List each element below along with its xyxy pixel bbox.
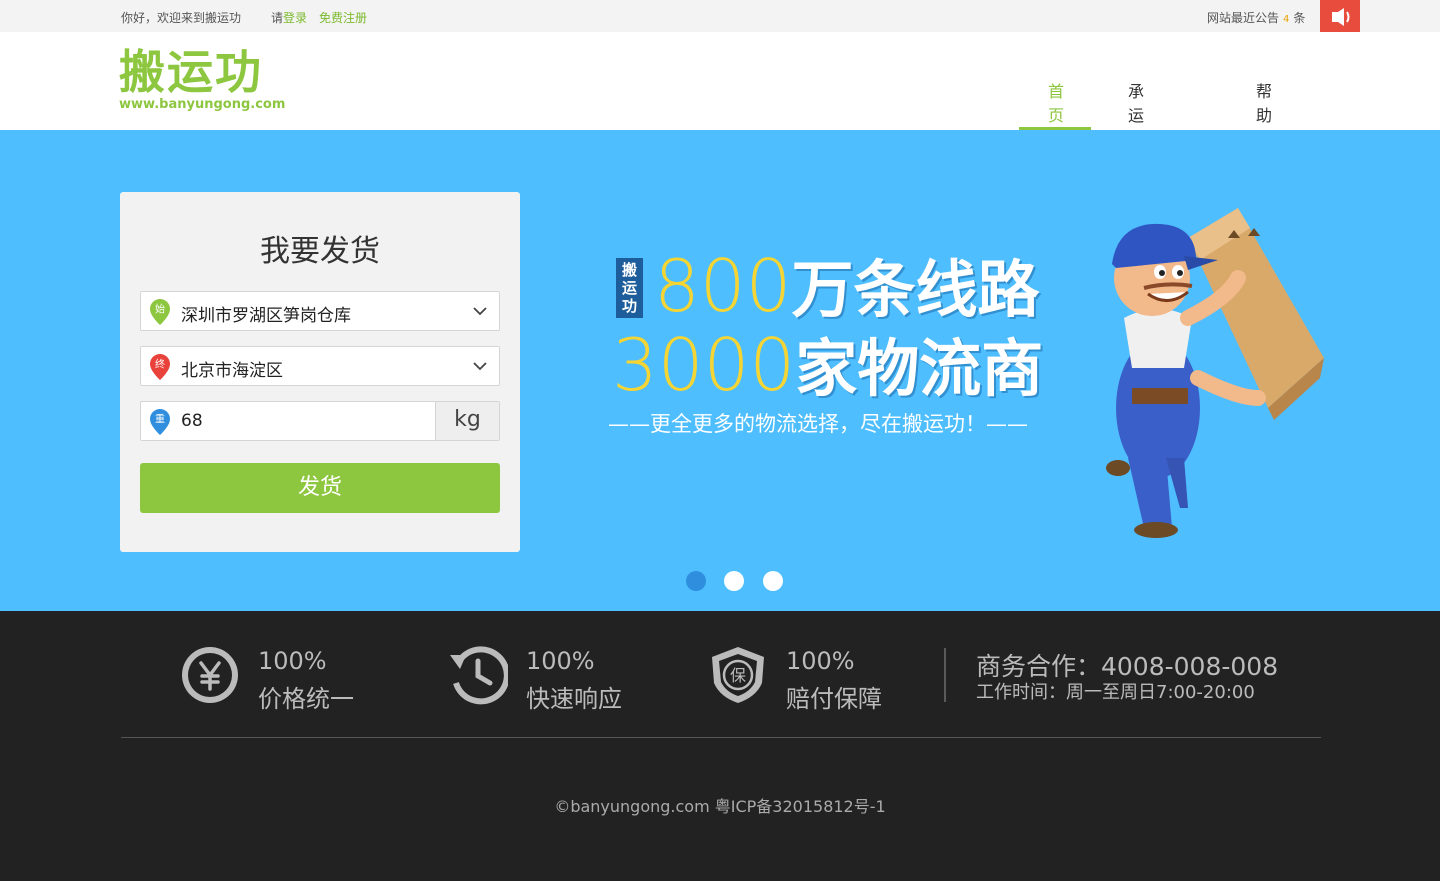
weight-input[interactable]: 重 68 kg — [140, 401, 500, 441]
feature-pct: 100% — [526, 647, 595, 675]
mover-illustration — [1106, 208, 1324, 538]
chevron-down-icon — [473, 362, 487, 371]
slogan-line1-num: 800 — [654, 244, 792, 328]
login-prefix: 请 — [271, 11, 284, 25]
svg-text:保: 保 — [730, 666, 746, 685]
login-prompt: 请登录 — [271, 9, 307, 26]
slogan-line2-text: 家物流商 — [795, 332, 1044, 405]
business-hours: 工作时间：周一至周日7:00-20:00 — [976, 682, 1255, 703]
feature-label: 快速响应 — [526, 685, 622, 713]
site-logo[interactable]: 搬运功 www.banyungong.com — [119, 45, 286, 116]
weight-value: 68 — [181, 411, 203, 431]
ship-button[interactable]: 发货 — [140, 463, 500, 513]
weight-pin-icon: 重 — [150, 409, 170, 435]
hero-banner: 我要发货 始 深圳市罗湖区笋岗仓库 终 北京市海淀区 重 68 kg 发货 搬运… — [0, 130, 1440, 611]
feature-pct: 100% — [258, 647, 327, 675]
carousel-dot-3[interactable] — [763, 571, 783, 591]
nav-home[interactable]: 首页 — [1048, 78, 1064, 126]
yen-icon — [182, 647, 238, 703]
top-bar: 你好，欢迎来到搬运功 请登录 免费注册 网站最近公告 4 条 — [0, 0, 1440, 48]
destination-pin-icon: 终 — [150, 354, 170, 380]
login-link[interactable]: 登录 — [283, 11, 307, 25]
feature-label: 赔付保障 — [786, 685, 882, 713]
slogan-line1-text: 万条线路 — [791, 253, 1040, 326]
destination-select[interactable]: 终 北京市海淀区 — [140, 346, 500, 386]
site-header: 搬运功 www.banyungong.com 首页 承运商入驻 帮助中心 — [0, 32, 1440, 197]
origin-badge: 始 — [155, 303, 165, 316]
greeting-text: 你好，欢迎来到搬运功 — [121, 11, 242, 25]
site-footer: 100% 价格统一 100% 快速响应 保 100% 赔付保障 商务合作：400… — [0, 611, 1440, 881]
carousel-dot-1[interactable] — [686, 571, 706, 591]
origin-pin-icon: 始 — [150, 299, 170, 325]
register-link[interactable]: 免费注册 — [319, 9, 367, 26]
footer-rule — [121, 737, 1321, 738]
feature-label: 价格统一 — [258, 685, 354, 713]
copyright-text: ©banyungong.com 粤ICP备32015812号-1 — [554, 797, 886, 816]
logo-cn: 搬运功 — [119, 45, 263, 99]
destination-value: 北京市海淀区 — [181, 361, 283, 381]
footer-divider — [944, 648, 946, 702]
slogan-tag: 搬运功 — [616, 258, 643, 318]
origin-select[interactable]: 始 深圳市罗湖区笋岗仓库 — [140, 291, 500, 331]
notice-suffix: 条 — [1293, 11, 1306, 25]
weight-unit: kg — [435, 402, 499, 440]
destination-badge: 终 — [155, 358, 165, 371]
notice-link[interactable]: 网站最近公告 4 条 — [1207, 9, 1305, 26]
notice-prefix: 网站最近公告 — [1207, 11, 1280, 25]
feature-pct: 100% — [786, 647, 855, 675]
slogan-line2-num: 3000 — [612, 323, 796, 407]
slogan-subtitle: ——更全更多的物流选择，尽在搬运功！—— — [608, 412, 1028, 436]
slogan-line2: 3000家物流商 — [612, 325, 1043, 409]
chevron-down-icon — [473, 307, 487, 316]
shipping-form: 我要发货 始 深圳市罗湖区笋岗仓库 终 北京市海淀区 重 68 kg 发货 — [120, 192, 520, 552]
weight-badge: 重 — [155, 413, 165, 426]
origin-value: 深圳市罗湖区笋岗仓库 — [181, 306, 351, 326]
carousel-dot-2[interactable] — [724, 571, 744, 591]
notice-count: 4 — [1283, 14, 1290, 25]
slogan-line1: 800万条线路 — [654, 246, 1039, 330]
logo-en: www.banyungong.com — [119, 97, 286, 112]
shield-icon: 保 — [712, 647, 764, 703]
form-title: 我要发货 — [260, 234, 380, 269]
clock-icon — [450, 646, 508, 705]
